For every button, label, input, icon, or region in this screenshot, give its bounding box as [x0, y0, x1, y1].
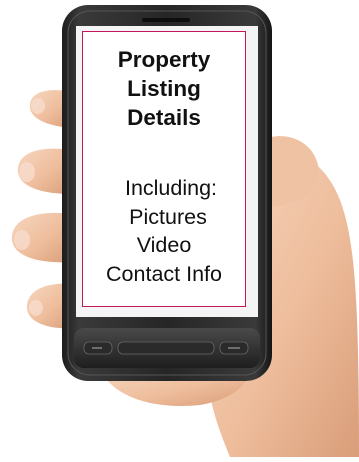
photo-scene: Property Listing Details Including: Pict…	[0, 0, 359, 457]
feature-line: Video	[136, 233, 192, 257]
menu-key-icon	[219, 341, 249, 355]
title-line: Property	[117, 47, 211, 72]
home-key-icon	[117, 341, 215, 355]
back-key-icon	[83, 341, 113, 355]
listing-title: Property Listing Details	[83, 45, 245, 132]
feature-line: Including:	[124, 176, 218, 200]
feature-line: Contact Info	[106, 261, 222, 286]
feature-line: Pictures	[129, 204, 207, 229]
listing-screen: Property Listing Details Including: Pict…	[82, 31, 246, 307]
listing-features: Including: Pictures Video Contact Info	[83, 174, 245, 288]
title-line: Details	[127, 105, 201, 130]
title-line: Listing	[127, 76, 201, 101]
